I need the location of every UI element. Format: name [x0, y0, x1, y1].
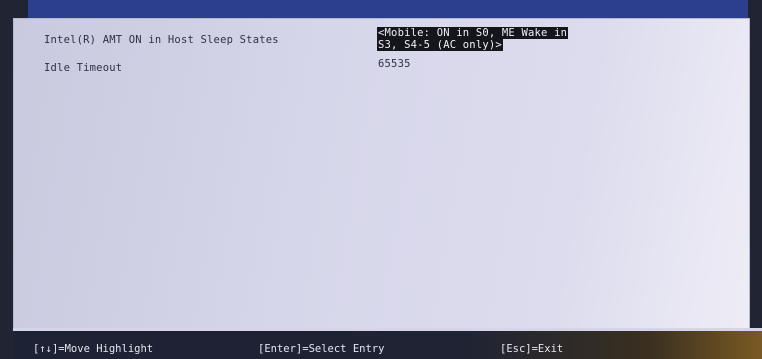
bios-screen: Intel(R) AMT ON in Host Sleep States <Mo…: [0, 0, 762, 359]
setting-label-idle-timeout[interactable]: Idle Timeout: [44, 62, 122, 74]
settings-panel: Intel(R) AMT ON in Host Sleep States <Mo…: [13, 18, 750, 330]
setting-value-line-1: <Mobile: ON in S0, ME Wake in: [377, 27, 569, 39]
setting-value-amt-sleep-states[interactable]: <Mobile: ON in S0, ME Wake in S3, S4-5 (…: [377, 27, 569, 51]
header-bar: [28, 0, 748, 20]
hint-select-entry: [Enter]=Select Entry: [258, 343, 385, 355]
setting-value-idle-timeout[interactable]: 65535: [378, 58, 411, 70]
setting-value-line-2: S3, S4-5 (AC only)>: [377, 39, 503, 51]
hint-move-highlight: [↑↓]=Move Highlight: [33, 343, 154, 355]
footer-hint-bar: [↑↓]=Move Highlight [Enter]=Select Entry…: [13, 328, 762, 359]
hint-exit: [Esc]=Exit: [500, 343, 564, 355]
setting-label-amt-sleep-states[interactable]: Intel(R) AMT ON in Host Sleep States: [44, 34, 279, 46]
footer-divider: [13, 328, 762, 331]
